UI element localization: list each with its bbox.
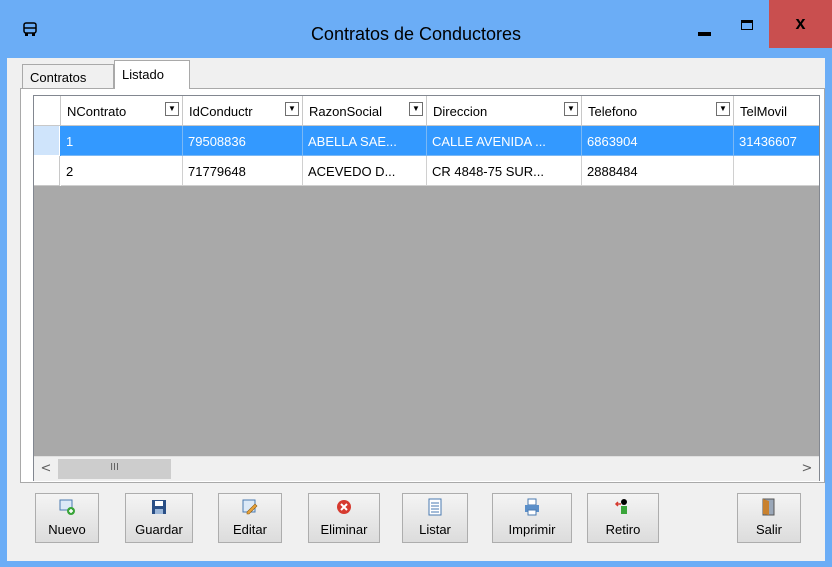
cell-telefono[interactable]: 6863904: [582, 126, 734, 156]
scroll-left-icon[interactable]: <: [34, 457, 58, 481]
filter-dropdown-icon[interactable]: ▼: [409, 102, 423, 116]
column-header-label: Telefono: [588, 104, 638, 119]
column-header-label: NContrato: [67, 104, 127, 119]
column-header-ncontrato[interactable]: NContrato ▼: [61, 96, 183, 126]
column-header-telmovil[interactable]: TelMovil: [734, 96, 819, 126]
edit-icon: [242, 499, 258, 515]
maximize-button[interactable]: [727, 0, 769, 48]
retiro-button[interactable]: Retiro: [587, 493, 659, 543]
grid-corner-header: [34, 96, 61, 126]
cell-ncontrato[interactable]: 2: [61, 156, 183, 186]
horizontal-scrollbar[interactable]: < III >: [34, 456, 819, 481]
column-header-label: RazonSocial: [309, 104, 382, 119]
guardar-label: Guardar: [135, 522, 183, 537]
filter-dropdown-icon[interactable]: ▼: [165, 102, 179, 116]
scrollbar-grip: III: [110, 462, 119, 473]
app-window: Contratos de Conductores x Contratos Lis…: [0, 0, 832, 567]
maximize-icon: [741, 20, 753, 30]
imprimir-button[interactable]: Imprimir: [492, 493, 572, 543]
eliminar-label: Eliminar: [320, 522, 368, 537]
eliminar-button[interactable]: Eliminar: [308, 493, 380, 543]
cell-telmovil[interactable]: [734, 156, 819, 186]
editar-button[interactable]: Editar: [218, 493, 282, 543]
column-header-telefono[interactable]: Telefono ▼: [582, 96, 734, 126]
tab-contratos[interactable]: Contratos: [22, 64, 114, 88]
column-header-direccion[interactable]: Direccion ▼: [427, 96, 582, 126]
title-bar[interactable]: Contratos de Conductores x: [0, 0, 832, 57]
retiro-label: Retiro: [605, 522, 641, 537]
cell-idconductr[interactable]: 71779648: [183, 156, 303, 186]
column-header-label: TelMovil: [740, 104, 787, 119]
cell-direccion[interactable]: CR 4848-75 SUR...: [427, 156, 582, 186]
cell-ncontrato[interactable]: 1: [61, 126, 183, 156]
filter-dropdown-icon[interactable]: ▼: [564, 102, 578, 116]
imprimir-label: Imprimir: [508, 522, 556, 537]
minimize-icon: [698, 32, 711, 36]
cell-direccion[interactable]: CALLE AVENIDA ...: [427, 126, 582, 156]
table-row[interactable]: 1 79508836 ABELLA SAE... CALLE AVENIDA .…: [34, 126, 819, 156]
column-header-idconductr[interactable]: IdConductr ▼: [183, 96, 303, 126]
scrollbar-thumb[interactable]: III: [58, 459, 171, 479]
salir-button[interactable]: Salir: [737, 493, 801, 543]
nuevo-label: Nuevo: [48, 522, 86, 537]
cell-razonsocial[interactable]: ACEVEDO D...: [303, 156, 427, 186]
cell-telefono[interactable]: 2888484: [582, 156, 734, 186]
save-icon: [152, 500, 166, 514]
retire-icon: [614, 499, 627, 514]
filter-dropdown-icon[interactable]: ▼: [716, 102, 730, 116]
table-row[interactable]: 2 71779648 ACEVEDO D... CR 4848-75 SUR..…: [34, 156, 819, 186]
exit-door-icon: [762, 498, 775, 516]
new-doc-icon: [59, 499, 75, 515]
listar-button[interactable]: Listar: [402, 493, 468, 543]
action-toolbar: Nuevo Guardar Editar Eliminar Listar Imp…: [17, 493, 817, 557]
cell-idconductr[interactable]: 79508836: [183, 126, 303, 156]
contracts-grid[interactable]: NContrato ▼ IdConductr ▼ RazonSocial ▼ D…: [33, 95, 820, 481]
cell-telmovil[interactable]: 31436607: [734, 126, 819, 156]
guardar-button[interactable]: Guardar: [125, 493, 193, 543]
minimize-button[interactable]: [683, 0, 727, 48]
cell-razonsocial[interactable]: ABELLA SAE...: [303, 126, 427, 156]
salir-label: Salir: [755, 522, 782, 537]
tab-listado[interactable]: Listado: [114, 60, 190, 89]
filter-dropdown-icon[interactable]: ▼: [285, 102, 299, 116]
column-header-label: Direccion: [433, 104, 488, 119]
list-icon: [428, 498, 442, 516]
column-header-razonsocial[interactable]: RazonSocial ▼: [303, 96, 427, 126]
nuevo-button[interactable]: Nuevo: [35, 493, 99, 543]
delete-icon: [337, 500, 351, 514]
close-button[interactable]: x: [769, 0, 832, 48]
editar-label: Editar: [233, 522, 267, 537]
scroll-right-icon[interactable]: >: [795, 457, 819, 481]
listar-label: Listar: [419, 522, 451, 537]
print-icon: [525, 498, 539, 516]
row-header[interactable]: [34, 126, 60, 156]
close-icon: x: [795, 13, 806, 33]
grid-header: NContrato ▼ IdConductr ▼ RazonSocial ▼ D…: [34, 96, 819, 126]
row-header[interactable]: [34, 156, 60, 186]
column-header-label: IdConductr: [189, 104, 253, 119]
